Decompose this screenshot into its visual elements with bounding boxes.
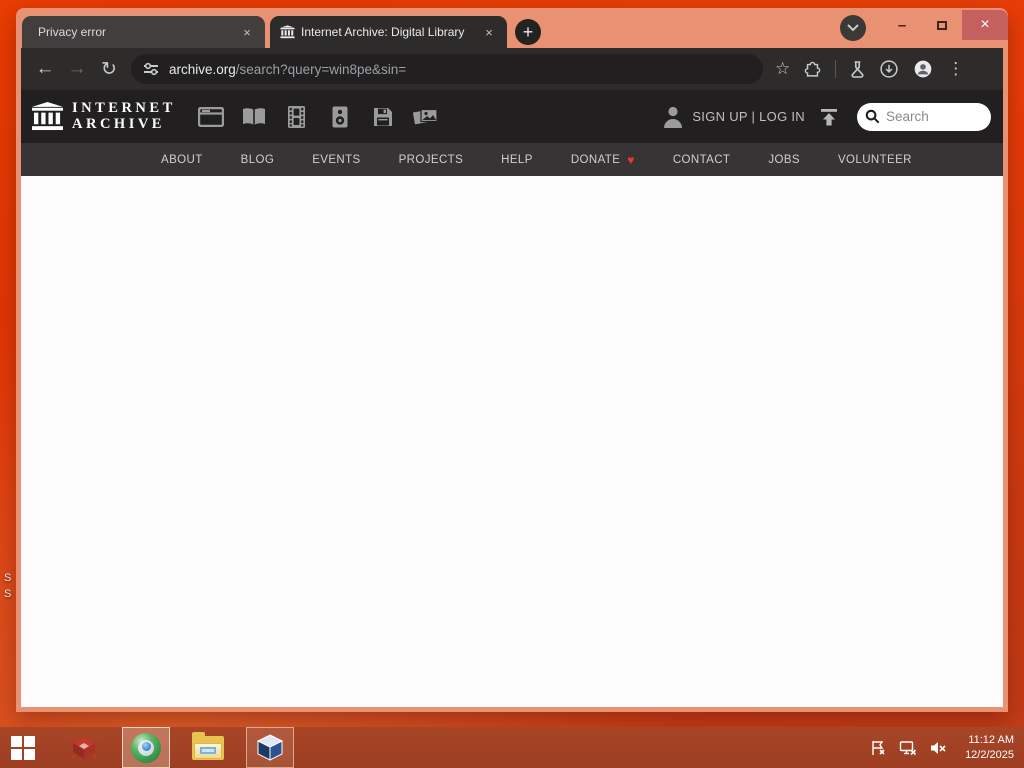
tab-search-button[interactable] <box>840 15 866 41</box>
nav-item-events[interactable]: EVENTS <box>312 154 360 166</box>
browser-menu-icon[interactable]: ⋮ <box>947 59 964 79</box>
windows-logo-icon <box>11 735 35 760</box>
logo-line-1: INTERNET <box>72 99 176 116</box>
action-center-flag-icon[interactable] <box>870 740 887 756</box>
nav-label: JOBS <box>768 153 800 166</box>
taskbar-clock[interactable]: 11:12 AM 12/2/2025 <box>959 733 1014 763</box>
tab-title: Internet Archive: Digital Library <box>301 25 465 39</box>
minimize-button[interactable]: – <box>882 10 922 40</box>
reload-icon[interactable]: ↻ <box>93 58 125 81</box>
nav-label: DONATE <box>570 153 621 166</box>
software-icon[interactable] <box>370 105 396 129</box>
tab-internet-archive[interactable]: Internet Archive: Digital Library × <box>270 16 507 48</box>
desktop-icon-label-fragment: S <box>4 588 12 600</box>
person-icon <box>662 105 684 129</box>
page-content-blank <box>21 176 1003 707</box>
start-button[interactable] <box>0 727 46 768</box>
nav-item-donate[interactable]: DONATE ♥ <box>571 153 635 167</box>
url-domain: archive.org <box>169 61 236 77</box>
tab-privacy-error[interactable]: Privacy error × <box>22 16 265 48</box>
back-icon[interactable]: ← <box>29 58 61 80</box>
tab-strip: Privacy error × Internet Archive: Digita… <box>16 8 1008 48</box>
nav-label: VOLUNTEER <box>837 153 912 166</box>
nav-label: HELP <box>501 153 533 166</box>
audio-icon[interactable] <box>327 105 353 129</box>
archive-header: INTERNET ARCHIVE SIGN UP | LOG IN Search <box>21 90 1003 143</box>
window-controls: – × <box>840 8 1008 42</box>
taskbar-app-red[interactable] <box>60 727 108 768</box>
labs-flask-icon[interactable] <box>850 60 865 78</box>
nav-item-blog[interactable]: BLOG <box>241 154 275 166</box>
media-type-icons <box>197 105 439 129</box>
red-app-icon <box>70 735 98 759</box>
url-text: archive.org/search?query=win8pe&sin= <box>169 62 406 77</box>
network-status-icon[interactable] <box>899 740 917 756</box>
toolbar-separator <box>835 60 837 78</box>
browser-window: Privacy error × Internet Archive: Digita… <box>16 8 1008 712</box>
browser-app-icon <box>131 732 161 763</box>
nav-label: EVENTS <box>312 153 361 166</box>
site-info-icon[interactable] <box>143 62 159 76</box>
window-body: ← → ↻ archive.org/search?query=win8pe&si… <box>21 48 1003 707</box>
clock-time: 11:12 AM <box>968 733 1014 746</box>
chevron-down-icon <box>847 24 859 32</box>
toolbar-actions: ☆ ⋮ <box>775 59 964 79</box>
url-path: /search?query=win8pe&sin= <box>235 61 407 77</box>
nav-label: PROJECTS <box>398 153 464 166</box>
nav-item-projects[interactable]: PROJECTS <box>399 154 464 166</box>
signup-login-link[interactable]: SIGN UP | LOG IN <box>692 109 805 124</box>
bookmark-star-icon[interactable]: ☆ <box>775 59 790 79</box>
forward-icon[interactable]: → <box>61 58 93 80</box>
taskbar-app-virtualbox[interactable] <box>246 727 294 768</box>
nav-item-volunteer[interactable]: VOLUNTEER <box>838 154 912 166</box>
volume-muted-icon[interactable] <box>929 740 947 756</box>
nav-label: BLOG <box>240 153 275 166</box>
browser-toolbar: ← → ↻ archive.org/search?query=win8pe&si… <box>21 48 1003 90</box>
video-icon[interactable] <box>284 105 310 129</box>
maximize-button[interactable] <box>922 10 962 40</box>
nav-item-help[interactable]: HELP <box>501 154 533 166</box>
images-icon[interactable] <box>413 105 439 129</box>
nav-item-contact[interactable]: CONTACT <box>673 154 731 166</box>
archive-search-box[interactable] <box>857 102 991 131</box>
desktop-icon-label-fragment: S <box>4 572 12 584</box>
heart-icon: ♥ <box>627 152 635 167</box>
nav-label: ABOUT <box>161 153 203 166</box>
virtualbox-icon <box>256 733 284 761</box>
tab-title: Privacy error <box>38 25 107 39</box>
profile-avatar-icon[interactable] <box>913 59 933 79</box>
maximize-icon <box>937 20 947 30</box>
nav-item-about[interactable]: ABOUT <box>161 154 203 166</box>
system-tray: 11:12 AM 12/2/2025 <box>870 727 1024 768</box>
archive-building-icon <box>32 102 63 131</box>
nav-label: CONTACT <box>672 153 731 166</box>
texts-icon[interactable] <box>241 105 267 129</box>
archive-nav: ABOUT BLOG EVENTS PROJECTS HELP DONATE ♥ … <box>21 143 1003 176</box>
web-icon[interactable] <box>197 105 224 129</box>
taskbar-app-browser[interactable] <box>122 727 170 768</box>
close-tab-icon[interactable]: × <box>481 24 497 40</box>
address-bar[interactable]: archive.org/search?query=win8pe&sin= <box>131 54 763 84</box>
taskbar: 11:12 AM 12/2/2025 <box>0 727 1024 768</box>
file-explorer-icon <box>192 731 224 760</box>
nav-item-jobs[interactable]: JOBS <box>768 154 800 166</box>
archive-favicon-icon <box>280 24 295 40</box>
clock-date: 12/2/2025 <box>965 748 1014 761</box>
desktop: S S Privacy error × Internet Archive: Di… <box>0 0 1024 768</box>
new-tab-button[interactable]: + <box>515 19 541 45</box>
extensions-icon[interactable] <box>804 61 821 78</box>
logo-line-2: ARCHIVE <box>72 115 165 132</box>
close-tab-icon[interactable]: × <box>239 24 255 40</box>
taskbar-app-file-explorer[interactable] <box>184 727 232 768</box>
downloads-icon[interactable] <box>879 59 899 79</box>
archive-logo[interactable]: INTERNET ARCHIVE <box>31 99 176 132</box>
close-window-button[interactable]: × <box>962 10 1008 40</box>
archive-header-right: SIGN UP | LOG IN <box>662 90 991 143</box>
search-input[interactable] <box>886 109 978 124</box>
archive-logo-text: INTERNET ARCHIVE <box>72 99 176 132</box>
search-icon <box>865 109 880 124</box>
upload-icon[interactable] <box>819 107 839 127</box>
